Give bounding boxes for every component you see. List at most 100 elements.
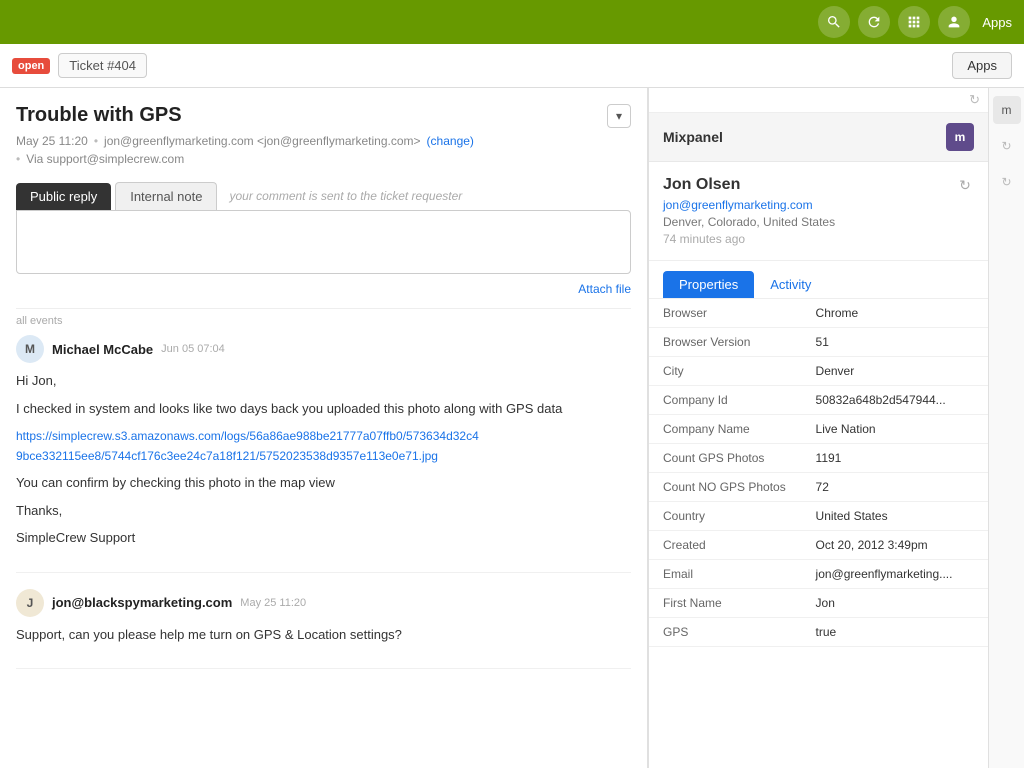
prop-value: United States bbox=[802, 502, 988, 531]
events-divider: all events bbox=[16, 308, 631, 327]
prop-key: Created bbox=[649, 531, 802, 560]
dropdown-button[interactable]: ▾ bbox=[607, 104, 631, 128]
message-header-2: J jon@blackspymarketing.com May 25 11:20 bbox=[16, 589, 631, 617]
events-label: all events bbox=[16, 315, 62, 327]
user-name: Jon Olsen bbox=[663, 176, 835, 194]
mixpanel-header: Mixpanel m bbox=[649, 113, 988, 162]
msg-line-1: Hi Jon, bbox=[16, 371, 631, 391]
table-row: Company Name Live Nation bbox=[649, 415, 988, 444]
far-right-icon-1[interactable]: m bbox=[993, 96, 1021, 124]
prop-key: First Name bbox=[649, 589, 802, 618]
left-panel: Trouble with GPS ▾ May 25 11:20 • jon@gr… bbox=[0, 88, 648, 768]
prop-key: Company Name bbox=[649, 415, 802, 444]
table-row: First Name Jon bbox=[649, 589, 988, 618]
user-refresh-icon[interactable]: ↻ bbox=[956, 176, 974, 194]
message-date-2: May 25 11:20 bbox=[240, 597, 306, 609]
attach-file-link[interactable]: Attach file bbox=[578, 282, 631, 296]
ticket-meta: May 25 11:20 • jon@greenflymarketing.com… bbox=[16, 134, 631, 148]
prop-value: jon@greenflymarketing.... bbox=[802, 560, 988, 589]
prop-key: Browser bbox=[649, 299, 802, 328]
mixpanel-title: Mixpanel bbox=[663, 129, 723, 145]
mixpanel-sidebar: ↻ Mixpanel m Jon Olsen jon@greenflymarke… bbox=[648, 88, 988, 768]
refresh-icon[interactable] bbox=[858, 6, 890, 38]
ticket-author-email: jon@greenflymarketing.com <jon@greenflym… bbox=[104, 134, 421, 148]
properties-tab[interactable]: Properties bbox=[663, 271, 754, 298]
apps-button[interactable]: Apps bbox=[952, 52, 1012, 79]
prop-value: 72 bbox=[802, 473, 988, 502]
far-right-refresh-2[interactable]: ↻ bbox=[993, 168, 1021, 196]
far-right-panel: m ↻ ↻ bbox=[988, 88, 1024, 768]
ticket-bar: open Ticket #404 Apps bbox=[0, 44, 1024, 88]
prop-value: Jon bbox=[802, 589, 988, 618]
table-row: Count NO GPS Photos 72 bbox=[649, 473, 988, 502]
msg-line-2: I checked in system and looks like two d… bbox=[16, 399, 631, 419]
table-row: City Denver bbox=[649, 357, 988, 386]
user-profile: Jon Olsen jon@greenflymarketing.com Denv… bbox=[649, 162, 988, 261]
ticket-title: Trouble with GPS bbox=[16, 104, 182, 127]
ticket-title-row: Trouble with GPS ▾ bbox=[16, 104, 631, 128]
search-icon[interactable] bbox=[818, 6, 850, 38]
properties-tabs: Properties Activity bbox=[649, 261, 988, 299]
prop-key: Company Id bbox=[649, 386, 802, 415]
dot-decorator: • bbox=[16, 152, 20, 166]
ticket-number: Ticket #404 bbox=[58, 53, 147, 78]
table-row: Browser Version 51 bbox=[649, 328, 988, 357]
apps-label-icon[interactable]: Apps bbox=[978, 6, 1016, 38]
msg-link: https://simplecrew.s3.amazonaws.com/logs… bbox=[16, 426, 631, 465]
ticket-date: May 25 11:20 bbox=[16, 134, 88, 148]
apps-grid-icon[interactable] bbox=[898, 6, 930, 38]
reply-textarea[interactable] bbox=[16, 210, 631, 274]
change-link[interactable]: (change) bbox=[427, 134, 474, 148]
message-author-2: jon@blackspymarketing.com bbox=[52, 595, 232, 610]
main-layout: Trouble with GPS ▾ May 25 11:20 • jon@gr… bbox=[0, 88, 1024, 768]
prop-value: Oct 20, 2012 3:49pm bbox=[802, 531, 988, 560]
via-label: Via support@simplecrew.com bbox=[26, 152, 184, 166]
prop-key: Country bbox=[649, 502, 802, 531]
avatar-2: J bbox=[16, 589, 44, 617]
reply-tabs: Public reply Internal note your comment … bbox=[16, 182, 631, 210]
msg-line-3: You can confirm by checking this photo i… bbox=[16, 473, 631, 493]
table-row: Browser Chrome bbox=[649, 299, 988, 328]
message-date: Jun 05 07:04 bbox=[161, 343, 225, 355]
prop-value: true bbox=[802, 618, 988, 647]
prop-value: Chrome bbox=[802, 299, 988, 328]
msg-line-5: SimpleCrew Support bbox=[16, 528, 631, 548]
public-reply-tab[interactable]: Public reply bbox=[16, 183, 111, 210]
prop-value: 51 bbox=[802, 328, 988, 357]
user-avatar-icon[interactable] bbox=[938, 6, 970, 38]
message-item: M Michael McCabe Jun 05 07:04 Hi Jon, I … bbox=[16, 335, 631, 573]
internal-note-tab[interactable]: Internal note bbox=[115, 182, 217, 210]
activity-tab[interactable]: Activity bbox=[754, 271, 827, 298]
prop-key: Browser Version bbox=[649, 328, 802, 357]
prop-value: 1191 bbox=[802, 444, 988, 473]
prop-key: Count NO GPS Photos bbox=[649, 473, 802, 502]
apps-label: Apps bbox=[982, 15, 1012, 30]
message-link[interactable]: https://simplecrew.s3.amazonaws.com/logs… bbox=[16, 429, 479, 463]
message-body-2: Support, can you please help me turn on … bbox=[16, 625, 631, 645]
prop-value: Live Nation bbox=[802, 415, 988, 444]
attach-row: Attach file bbox=[16, 281, 631, 296]
message-header: M Michael McCabe Jun 05 07:04 bbox=[16, 335, 631, 363]
table-row: Count GPS Photos 1191 bbox=[649, 444, 988, 473]
user-last-seen: 74 minutes ago bbox=[663, 232, 835, 246]
table-row: GPS true bbox=[649, 618, 988, 647]
dot-separator: • bbox=[94, 134, 98, 148]
table-row: Country United States bbox=[649, 502, 988, 531]
sidebar-refresh-icon[interactable]: ↻ bbox=[969, 92, 980, 108]
user-email[interactable]: jon@greenflymarketing.com bbox=[663, 198, 835, 212]
topbar: Apps bbox=[0, 0, 1024, 44]
status-badge[interactable]: open bbox=[12, 58, 50, 74]
msg-line-4: Thanks, bbox=[16, 501, 631, 521]
user-location: Denver, Colorado, United States bbox=[663, 215, 835, 229]
msg2-line-1: Support, can you please help me turn on … bbox=[16, 625, 631, 645]
prop-key: Count GPS Photos bbox=[649, 444, 802, 473]
prop-key: GPS bbox=[649, 618, 802, 647]
message-author: Michael McCabe bbox=[52, 342, 153, 357]
ticket-via: • Via support@simplecrew.com bbox=[16, 152, 631, 166]
far-right-refresh-1[interactable]: ↻ bbox=[993, 132, 1021, 160]
prop-key: Email bbox=[649, 560, 802, 589]
avatar: M bbox=[16, 335, 44, 363]
reply-hint: your comment is sent to the ticket reque… bbox=[229, 189, 462, 203]
prop-value: Denver bbox=[802, 357, 988, 386]
table-row: Email jon@greenflymarketing.... bbox=[649, 560, 988, 589]
